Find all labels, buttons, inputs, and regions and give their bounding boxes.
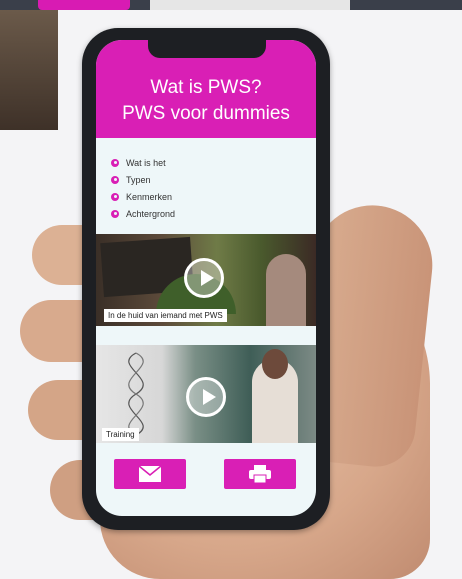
presenter-head [262,349,288,379]
bullet-icon [111,209,119,218]
phone-notch [148,40,266,58]
print-button[interactable] [224,459,296,489]
dna-spiral-image [128,352,144,436]
topic-menu: Wat is het Typen Kenmerken Achtergrond [111,154,175,222]
menu-item-kenmerken[interactable]: Kenmerken [111,188,175,205]
print-icon [249,465,271,483]
play-icon[interactable] [184,258,224,298]
top-background-strip [0,0,462,10]
person-image [266,254,306,326]
mail-button[interactable] [114,459,186,489]
video-thumbnail-1[interactable]: In de huid van iemand met PWS [96,234,316,326]
menu-item-label: Wat is het [126,157,166,168]
bullet-icon [111,192,119,201]
video-thumbnail-2[interactable]: Training [96,345,316,443]
menu-item-achtergrond[interactable]: Achtergrond [111,205,175,222]
phone-screen: Wat is PWS? PWS voor dummies Wat is het … [96,40,316,516]
background-pink-tab [38,0,130,10]
menu-item-label: Typen [126,174,151,185]
menu-item-label: Achtergrond [126,208,176,219]
menu-item-wat-is-het[interactable]: Wat is het [111,154,175,171]
play-icon[interactable] [186,377,226,417]
bullet-icon [111,158,119,167]
menu-item-typen[interactable]: Typen [111,171,175,188]
video-caption: In de huid van iemand met PWS [104,309,227,322]
page-title: Wat is PWS? [150,77,262,98]
page-subtitle: PWS voor dummies [122,103,290,124]
menu-item-label: Kenmerken [126,191,173,202]
video-caption: Training [102,428,139,441]
background-light-panel [150,0,350,10]
background-photo [0,10,58,130]
mail-icon [138,465,162,482]
bullet-icon [111,175,119,184]
